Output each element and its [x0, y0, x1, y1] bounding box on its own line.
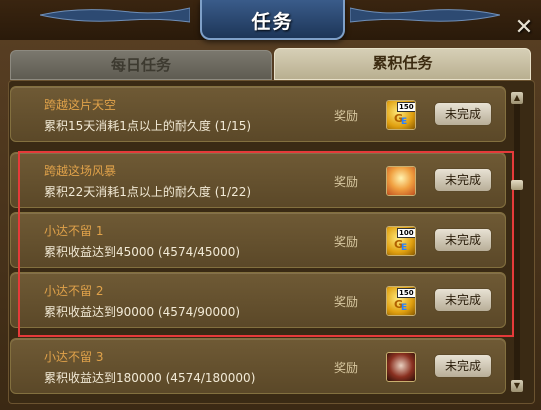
selection-highlight — [18, 151, 514, 337]
window-title: 任务 — [251, 11, 294, 33]
task-name: 跨越这片天空 — [44, 98, 117, 112]
scroll-thumb[interactable] — [511, 180, 523, 190]
tab-cumulative-tasks[interactable]: 累积任务 — [274, 48, 531, 80]
task-name: 小达不留 3 — [44, 350, 104, 364]
incomplete-button[interactable]: 未完成 — [434, 354, 492, 378]
gold-e-icon: E — [401, 117, 408, 127]
close-icon[interactable]: ✕ — [513, 17, 535, 39]
left-ornament-icon — [40, 7, 190, 23]
tab-bar: 每日任务 累积任务 — [10, 48, 531, 80]
gold-150-icon[interactable]: 150 G E — [386, 100, 416, 130]
scroll-down-arrow-icon[interactable]: ▼ — [511, 380, 523, 392]
reward-label: 奖励 — [334, 109, 359, 123]
task-row: 小达不留 3 累积收益达到180000 (4574/180000) 奖励 未完成 — [10, 338, 506, 394]
skull-portrait-icon[interactable] — [386, 352, 416, 382]
task-description: 累积收益达到180000 (4574/180000) — [44, 371, 256, 385]
scroll-up-arrow-icon[interactable]: ▲ — [511, 92, 523, 104]
tab-daily-tasks[interactable]: 每日任务 — [10, 50, 272, 80]
incomplete-button[interactable]: 未完成 — [434, 102, 492, 126]
right-ornament-icon — [350, 7, 500, 23]
task-description: 累积15天消耗1点以上的耐久度 (1/15) — [44, 119, 252, 133]
reward-badge: 150 — [397, 102, 415, 112]
scrollbar[interactable]: ▲ ▼ — [511, 92, 523, 392]
reward-label: 奖励 — [334, 361, 359, 375]
scroll-track[interactable] — [514, 104, 520, 380]
task-row: 跨越这片天空 累积15天消耗1点以上的耐久度 (1/15) 奖励 150 G E 未… — [10, 86, 506, 142]
